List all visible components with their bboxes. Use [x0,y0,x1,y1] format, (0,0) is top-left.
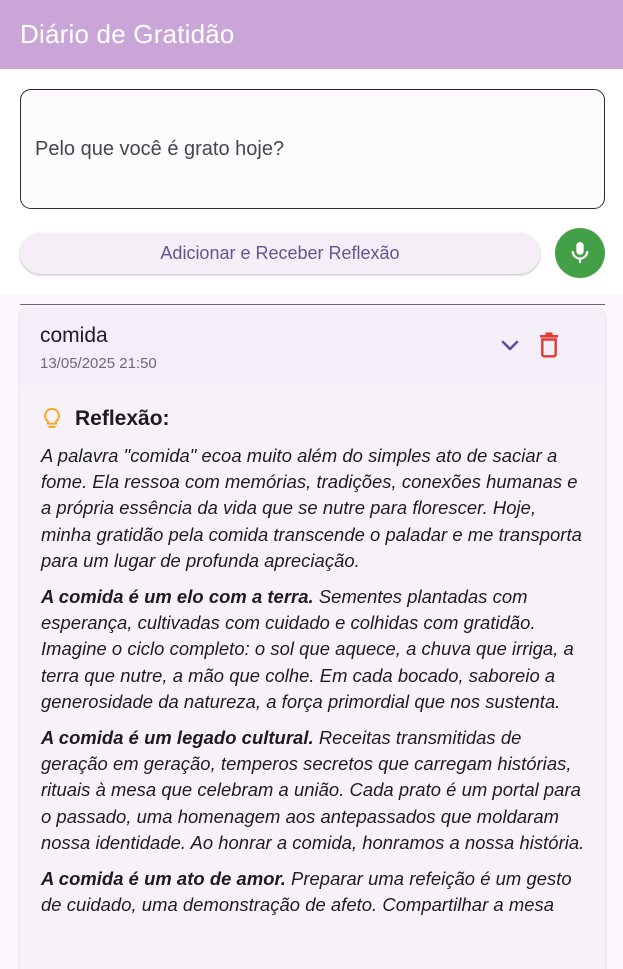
app-bar: Diário de Gratidão [0,0,623,69]
paragraph-lead: A comida é um elo com a terra. [41,586,314,608]
gratitude-input[interactable] [20,89,605,209]
voice-input-button[interactable] [555,228,605,278]
paragraph-text: A palavra "comida" ecoa muito além do si… [41,445,582,571]
reflection-heading: Reflexão: [41,407,589,431]
reflection-paragraph: A comida é um legado cultural. Receitas … [41,725,589,856]
reflection-section: Reflexão: A palavra "comida" ecoa muito … [20,385,605,918]
lightbulb-icon [44,407,60,428]
reflection-paragraph: A comida é um elo com a terra. Sementes … [41,584,589,715]
actions-row: Adicionar e Receber Reflexão [20,228,605,278]
entry-header[interactable]: comida 13/05/2025 21:50 [20,308,605,385]
new-entry-section: Adicionar e Receber Reflexão [0,69,623,294]
reflection-label: Reflexão: [75,407,170,430]
reflection-paragraph: A comida é um ato de amor. Preparar uma … [41,866,589,918]
reflection-paragraph: A palavra "comida" ecoa muito além do si… [41,443,589,574]
chevron-down-icon [501,340,519,351]
trash-icon [540,332,558,358]
divider [20,304,605,306]
delete-entry-button[interactable] [537,331,561,359]
collapse-toggle-button[interactable] [498,334,522,358]
gratitude-entry-card: comida 13/05/2025 21:50 Reflexão: A pala… [20,308,605,969]
paragraph-lead: A comida é um legado cultural. [41,727,314,749]
mic-icon [571,242,589,264]
paragraph-lead: A comida é um ato de amor. [41,868,286,890]
app-title: Diário de Gratidão [20,19,235,49]
add-and-reflect-button[interactable]: Adicionar e Receber Reflexão [20,232,540,274]
